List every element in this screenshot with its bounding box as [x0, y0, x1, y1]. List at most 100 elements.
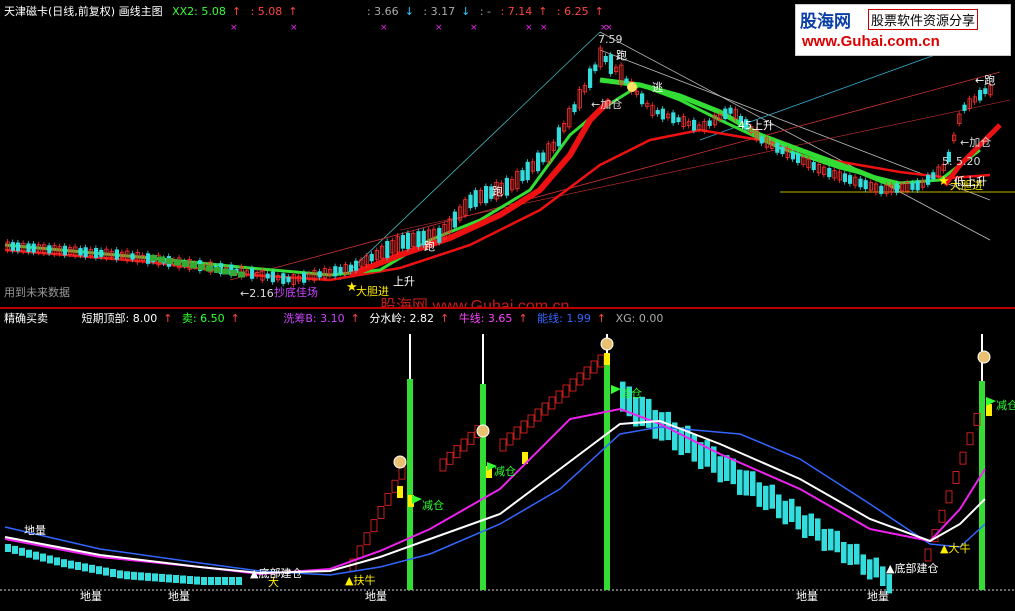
candle: [317, 271, 322, 278]
indicator-header: 精确买卖 短期顶部: 8.00 ↑ 卖: 6.50 ↑ 洗筹B: 3.10 ↑ 分水岭…: [4, 312, 664, 325]
candle: [780, 146, 785, 155]
step-bar: [19, 547, 25, 556]
wash-value: 洗筹B: 3.10: [283, 312, 345, 325]
red-step: [569, 378, 577, 392]
candle: [385, 241, 390, 258]
candle: [353, 260, 359, 271]
indicator-chart[interactable]: [0, 309, 1015, 611]
red-step: [377, 506, 385, 519]
step-bar: [40, 553, 46, 562]
candle: [437, 227, 442, 243]
red-step: [520, 420, 528, 434]
label-high-price: 7.59: [598, 33, 623, 46]
label-jiancang1: 减仓: [422, 499, 444, 512]
label-run1: 跑: [616, 49, 627, 62]
signal-block: [182, 261, 189, 267]
candle: [640, 93, 645, 105]
red-step: [398, 466, 406, 480]
yellow-mark: [986, 404, 992, 416]
v3-value: : -: [479, 5, 491, 18]
step-bar: [821, 528, 827, 551]
step-bar: [756, 482, 762, 507]
step-bar: [110, 569, 116, 577]
label-rise2: 上升: [393, 275, 415, 288]
money-bag-icon: [393, 455, 407, 469]
mark-x: ×: [435, 23, 443, 33]
candle: [556, 127, 562, 147]
red-step: [499, 438, 507, 452]
candle: [47, 245, 52, 254]
step-bar: [194, 576, 200, 585]
step-bar: [166, 574, 172, 583]
step-bar: [96, 566, 102, 575]
step-bar: [750, 471, 756, 497]
candle: [114, 249, 119, 260]
v4-value: : 7.14: [500, 5, 533, 18]
v1-value: : 3.66: [366, 5, 399, 18]
step-bar: [789, 498, 795, 523]
step-bar: [159, 573, 165, 582]
signal-bar: [480, 384, 486, 590]
candle: [879, 185, 884, 194]
label-dadi5: 地量: [867, 590, 889, 603]
candle: [827, 167, 832, 178]
red-step: [548, 396, 556, 410]
trend-line: [599, 31, 991, 241]
signal-bar: [604, 359, 610, 590]
candle: [676, 117, 681, 123]
label-dadi1: 地量: [80, 590, 102, 603]
red-step: [363, 532, 371, 546]
candle: [369, 253, 374, 262]
signal-block: [150, 255, 157, 261]
candle: [572, 104, 577, 113]
candle: [10, 242, 15, 251]
candle: [910, 182, 915, 190]
trend-line: [399, 99, 1011, 231]
candle: [265, 273, 270, 279]
step-bar: [61, 559, 67, 568]
chart-title: 天津磁卡(日线,前复权) 画线主图: [4, 5, 163, 18]
label-dibu2: ▲底部建仓: [886, 562, 939, 575]
step-bar: [215, 577, 221, 585]
step-bar: [26, 549, 32, 558]
candle: [348, 264, 354, 272]
main-chart-header: 天津磁卡(日线,前复权) 画线主图 XX2: 5.08 ↑ : 5.08 ↑ : 3…: [4, 5, 604, 18]
main-chart-pane[interactable]: × × × × × × × × × ★ ★ 天津磁卡(日线,前复权) 画线主图 XX2: 5.08 ↑…: [0, 0, 1015, 315]
candle: [405, 232, 411, 249]
red-step: [945, 490, 953, 504]
xx2b-value: : 5.08: [250, 5, 283, 18]
candle: [796, 153, 801, 164]
step-bar: [776, 494, 782, 519]
step-bar: [763, 485, 769, 511]
label-jiancang3: 减仓: [620, 387, 642, 400]
mark-x: ×: [470, 23, 478, 33]
signal-bar: [979, 381, 985, 590]
red-step: [555, 390, 563, 404]
step-bar: [828, 528, 834, 551]
indicator-title: 精确买卖: [4, 312, 48, 325]
flag-icon: [412, 495, 422, 504]
logo-brand: 股海网: [800, 12, 851, 32]
step-bar: [180, 575, 186, 584]
red-step: [966, 432, 974, 446]
step-bar: [724, 455, 730, 481]
step-bar: [815, 518, 821, 541]
v5-value: : 6.25: [556, 5, 589, 18]
label-run3: ←跑: [975, 74, 996, 87]
candle: [608, 54, 614, 75]
candle: [593, 64, 598, 72]
indicator-pane[interactable]: 精确买卖 短期顶部: 8.00 ↑ 卖: 6.50 ↑ 洗筹B: 3.10 ↑ 分水岭…: [0, 309, 1015, 611]
yellow-mark: [397, 486, 403, 498]
candle: [603, 55, 608, 63]
step-bar: [691, 434, 697, 462]
signal-block: [238, 271, 245, 278]
step-bar: [75, 562, 81, 570]
mark-x: ×: [380, 23, 388, 33]
trend-line: [339, 31, 601, 281]
label-run2: 跑: [492, 185, 503, 198]
step-bar: [222, 577, 228, 585]
candle: [416, 231, 421, 247]
candle: [926, 174, 931, 185]
step-bar: [54, 557, 60, 566]
candle: [811, 161, 816, 171]
